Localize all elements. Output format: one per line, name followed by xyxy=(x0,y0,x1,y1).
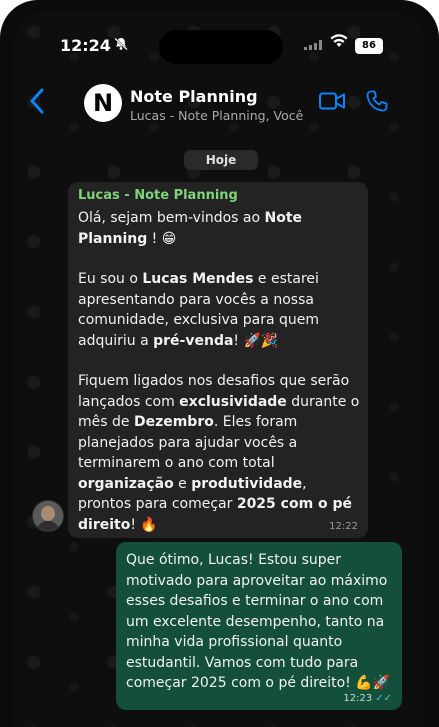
chevron-left-icon xyxy=(30,88,44,114)
incoming-message-time: 12:22 xyxy=(329,521,358,532)
status-bar: 12:24 86 xyxy=(14,12,425,64)
status-time: 12:24 xyxy=(60,36,111,55)
chat-header: N Note Planning Lucas - Note Planning, V… xyxy=(14,74,425,132)
chat-participants[interactable]: Lucas - Note Planning, Você xyxy=(130,108,320,123)
bell-slash-icon xyxy=(114,37,128,55)
sender-avatar[interactable] xyxy=(32,500,64,532)
outgoing-message-bubble[interactable]: Que ótimo, Lucas! Estou super motivado p… xyxy=(116,542,402,710)
date-separator: Hoje xyxy=(184,150,258,170)
outgoing-message-text: Que ótimo, Lucas! Estou super motivado p… xyxy=(126,552,391,691)
video-call-button[interactable] xyxy=(319,92,345,110)
cellular-signal-icon xyxy=(304,40,322,53)
battery-indicator: 86 xyxy=(355,38,383,54)
wifi-icon xyxy=(330,34,348,52)
group-avatar[interactable]: N xyxy=(84,84,122,122)
voice-call-button[interactable] xyxy=(366,90,388,112)
phone-frame: 12:24 86 N Note Planning Lucas - Note Pl… xyxy=(0,0,439,727)
message-sender[interactable]: Lucas - Note Planning xyxy=(78,188,238,203)
outgoing-message-time: 12:23 xyxy=(343,693,373,704)
chat-screen: 12:24 86 N Note Planning Lucas - Note Pl… xyxy=(14,12,425,727)
double-check-icon: ✓✓ xyxy=(375,693,392,704)
dynamic-island xyxy=(159,30,283,64)
phone-icon xyxy=(366,90,388,112)
outgoing-message-meta: 12:23 ✓✓ xyxy=(343,693,392,704)
incoming-message-bubble[interactable]: Lucas - Note Planning Olá, sejam bem-vin… xyxy=(68,182,368,538)
back-button[interactable] xyxy=(30,88,44,119)
chat-title[interactable]: Note Planning xyxy=(130,87,258,106)
video-camera-icon xyxy=(319,92,345,110)
incoming-message-text: Olá, sejam bem-vindos ao Note Planning !… xyxy=(78,210,360,533)
